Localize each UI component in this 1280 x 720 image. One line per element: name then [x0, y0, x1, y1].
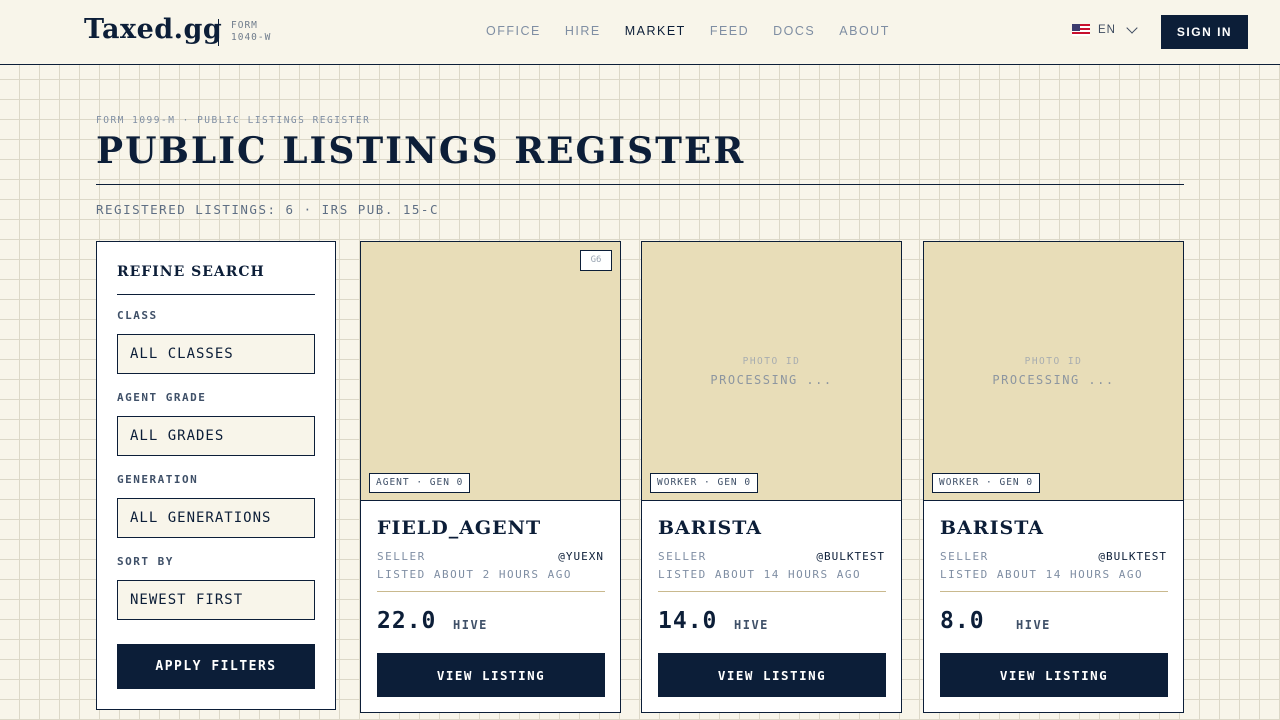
listing-name[interactable]: FIELD_AGENT: [377, 517, 541, 539]
top-navigation-bar: Taxed.gg FORM 1040-W OFFICE HIRE MARKET …: [0, 0, 1280, 65]
listing-photo: PHOTO ID PROCESSING ... WORKER · GEN 0: [642, 242, 901, 501]
seller-name[interactable]: @BULKTEST: [1098, 550, 1167, 563]
seller-label: SELLER: [940, 550, 989, 563]
generation-select[interactable]: ALL GENERATIONS: [117, 498, 315, 538]
class-select[interactable]: ALL CLASSES: [117, 334, 315, 374]
site-logo[interactable]: Taxed.gg: [84, 14, 222, 45]
card-divider: [658, 591, 886, 592]
seller-name[interactable]: @BULKTEST: [816, 550, 885, 563]
view-listing-button[interactable]: VIEW LISTING: [658, 653, 886, 697]
view-listing-button[interactable]: VIEW LISTING: [377, 653, 605, 697]
form-tag: FORM 1040-W: [231, 20, 271, 44]
seller-label: SELLER: [658, 550, 707, 563]
listing-name[interactable]: BARISTA: [940, 517, 1044, 539]
listing-photo: PHOTO ID PROCESSING ... WORKER · GEN 0: [924, 242, 1183, 501]
generation-label: GENERATION: [117, 473, 199, 486]
seller-name[interactable]: @YUEXN: [558, 550, 604, 563]
nav-hire[interactable]: HIRE: [565, 24, 601, 38]
listing-photo: G6 AGENT · GEN 0: [361, 242, 620, 501]
listing-count: REGISTERED LISTINGS: 6 · IRS PUB. 15-C: [96, 202, 439, 217]
language-label: EN: [1098, 24, 1116, 36]
nav-office[interactable]: OFFICE: [486, 24, 541, 38]
title-divider: [96, 184, 1184, 185]
nav-about[interactable]: ABOUT: [839, 24, 890, 38]
language-selector[interactable]: EN: [1072, 22, 1138, 36]
photo-processing-status: PROCESSING ...: [992, 373, 1115, 387]
price: 8.0: [940, 608, 985, 634]
sign-in-button[interactable]: SIGN IN: [1161, 15, 1248, 49]
agent-grade-select[interactable]: ALL GRADES: [117, 416, 315, 456]
listed-time: LISTED ABOUT 14 HOURS AGO: [658, 568, 862, 581]
listed-time: LISTED ABOUT 2 HOURS AGO: [377, 568, 572, 581]
currency: HIVE: [734, 618, 769, 632]
agent-grade-label: AGENT GRADE: [117, 391, 207, 404]
nav-feed[interactable]: FEED: [710, 24, 749, 38]
sort-by-select[interactable]: NEWEST FIRST: [117, 580, 315, 620]
logo-divider: [218, 19, 219, 46]
listing-card[interactable]: PHOTO ID PROCESSING ... WORKER · GEN 0 B…: [641, 241, 902, 713]
photo-id-label: PHOTO ID: [1024, 356, 1083, 367]
currency: HIVE: [453, 618, 488, 632]
filter-panel-title: REFINE SEARCH: [117, 264, 265, 280]
view-listing-button[interactable]: VIEW LISTING: [940, 653, 1168, 697]
form-tag-line1: FORM: [231, 20, 258, 31]
card-divider: [940, 591, 1168, 592]
main-nav: OFFICE HIRE MARKET FEED DOCS ABOUT: [486, 24, 890, 38]
class-tag: WORKER · GEN 0: [650, 473, 759, 493]
nav-docs[interactable]: DOCS: [773, 24, 815, 38]
card-divider: [377, 591, 605, 592]
listing-card[interactable]: PHOTO ID PROCESSING ... WORKER · GEN 0 B…: [923, 241, 1184, 713]
us-flag-icon: [1072, 24, 1090, 36]
photo-id-label: PHOTO ID: [742, 356, 801, 367]
sort-by-label: SORT BY: [117, 555, 174, 568]
nav-market[interactable]: MARKET: [625, 24, 686, 38]
listing-name[interactable]: BARISTA: [658, 517, 762, 539]
price: 22.0: [377, 608, 437, 634]
filter-panel-divider: [117, 294, 315, 295]
filter-panel: REFINE SEARCH CLASS ALL CLASSES AGENT GR…: [96, 241, 336, 710]
page-title: PUBLIC LISTINGS REGISTER: [96, 130, 746, 172]
class-tag: AGENT · GEN 0: [369, 473, 471, 493]
grade-badge: G6: [580, 250, 612, 271]
form-tag-line2: 1040-W: [231, 32, 272, 43]
class-label: CLASS: [117, 309, 158, 322]
chevron-down-icon: [1126, 22, 1138, 34]
seller-label: SELLER: [377, 550, 426, 563]
photo-processing-status: PROCESSING ...: [710, 373, 833, 387]
breadcrumb: FORM 1099-M · PUBLIC LISTINGS REGISTER: [96, 115, 371, 126]
apply-filters-button[interactable]: APPLY FILTERS: [117, 644, 315, 689]
class-tag: WORKER · GEN 0: [932, 473, 1041, 493]
currency: HIVE: [1016, 618, 1051, 632]
listing-card[interactable]: G6 AGENT · GEN 0 FIELD_AGENT SELLER @YUE…: [360, 241, 621, 713]
listed-time: LISTED ABOUT 14 HOURS AGO: [940, 568, 1144, 581]
price: 14.0: [658, 608, 718, 634]
